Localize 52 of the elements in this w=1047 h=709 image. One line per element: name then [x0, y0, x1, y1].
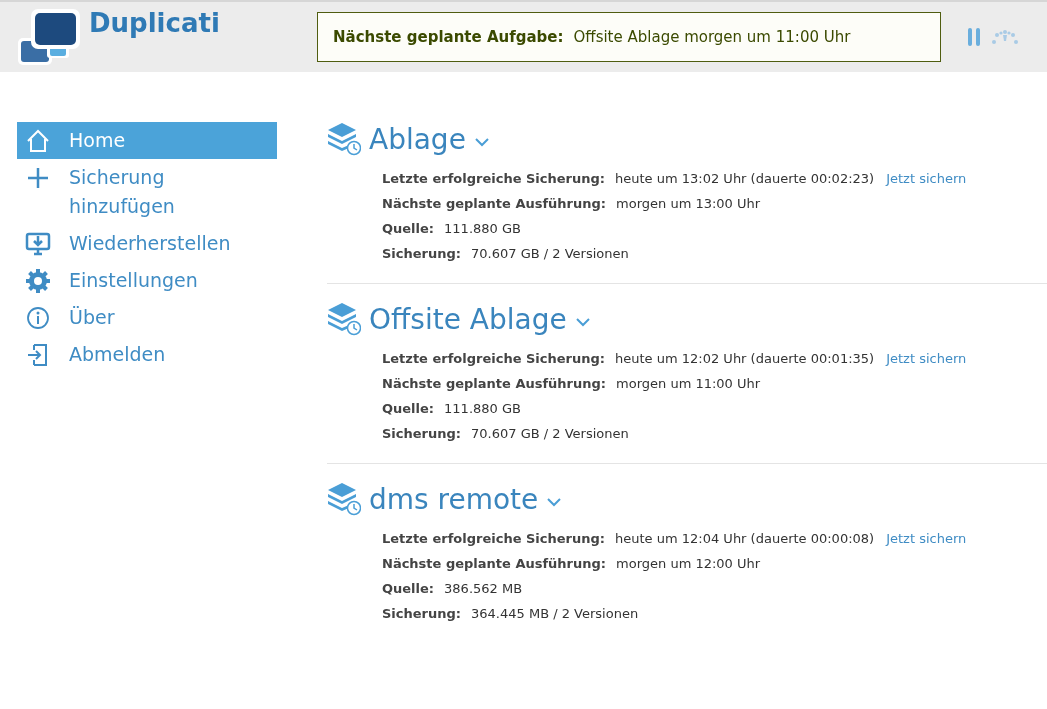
- plus-icon: [25, 165, 51, 191]
- field-value: morgen um 13:00 Uhr: [616, 195, 761, 213]
- field-value: 386.562 MB: [444, 580, 523, 598]
- backup-now-link[interactable]: Jetzt sichern: [886, 350, 967, 368]
- notice-value: Offsite Ablage morgen um 11:00 Uhr: [573, 28, 851, 46]
- database-icon: [327, 302, 361, 336]
- field-value: 111.880 GB: [444, 220, 521, 238]
- field-label: Quelle:: [382, 400, 435, 418]
- backup-now-link[interactable]: Jetzt sichern: [886, 530, 967, 548]
- logo-icon: [17, 8, 83, 66]
- chevron-down-icon[interactable]: [574, 317, 591, 327]
- backup-title[interactable]: Ablage: [369, 122, 466, 156]
- field-label: Nächste geplante Ausführung:: [382, 195, 607, 213]
- field-label: Sicherung:: [382, 605, 462, 623]
- database-icon: [327, 122, 361, 156]
- field-value: 364.445 MB / 2 Versionen: [471, 605, 639, 623]
- field-label: Quelle:: [382, 220, 435, 238]
- notice-label: Nächste geplante Aufgabe:: [333, 28, 564, 46]
- sidebar-item[interactable]: Home: [17, 122, 277, 159]
- chevron-down-icon[interactable]: [473, 137, 490, 147]
- field-label: Sicherung:: [382, 245, 462, 263]
- database-icon: [327, 482, 361, 516]
- pause-icon[interactable]: [967, 28, 981, 46]
- field-label: Letzte erfolgreiche Sicherung:: [382, 350, 606, 368]
- sidebar-item[interactable]: Über: [17, 299, 277, 336]
- field-label: Sicherung:: [382, 425, 462, 443]
- backup-now-link[interactable]: Jetzt sichern: [886, 170, 967, 188]
- sidebar-item[interactable]: Abmelden: [17, 336, 277, 373]
- field-value: morgen um 12:00 Uhr: [616, 555, 761, 573]
- field-value: 111.880 GB: [444, 400, 521, 418]
- field-value: heute um 13:02 Uhr (dauerte 00:02:23): [615, 170, 875, 188]
- field-value: 70.607 GB / 2 Versionen: [471, 245, 629, 263]
- field-label: Nächste geplante Ausführung:: [382, 555, 607, 573]
- chevron-down-icon[interactable]: [546, 497, 563, 507]
- backup-title[interactable]: dms remote: [369, 482, 539, 516]
- app-title: Duplicati: [89, 8, 220, 38]
- field-value: morgen um 11:00 Uhr: [616, 375, 761, 393]
- sidebar-item[interactable]: Einstellungen: [17, 262, 277, 299]
- sidebar-item[interactable]: Wiederherstellen: [17, 225, 277, 262]
- info-icon: [25, 305, 51, 331]
- backup-title[interactable]: Offsite Ablage: [369, 302, 567, 336]
- home-icon: [25, 128, 51, 154]
- field-label: Quelle:: [382, 580, 435, 598]
- field-value: heute um 12:04 Uhr (dauerte 00:00:08): [615, 530, 875, 548]
- field-value: heute um 12:02 Uhr (dauerte 00:01:35): [615, 350, 875, 368]
- monitor-download-icon: [25, 231, 51, 257]
- field-label: Letzte erfolgreiche Sicherung:: [382, 530, 606, 548]
- sidebar-item[interactable]: Sicherung hinzufügen: [17, 159, 277, 225]
- field-label: Nächste geplante Ausführung:: [382, 375, 607, 393]
- settings-icon: [25, 268, 51, 294]
- field-label: Letzte erfolgreiche Sicherung:: [382, 170, 606, 188]
- field-value: 70.607 GB / 2 Versionen: [471, 425, 629, 443]
